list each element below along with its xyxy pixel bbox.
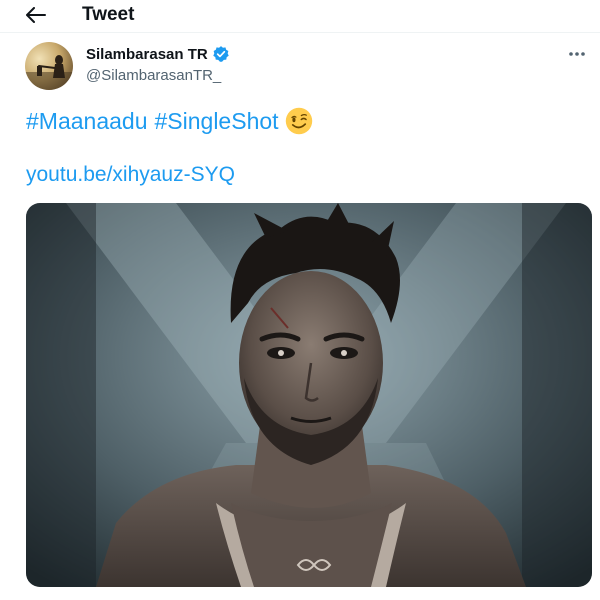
arrow-left-icon [26,7,46,23]
avatar-image [25,42,73,90]
author-handle[interactable]: @SilambarasanTR_ [86,67,221,84]
verified-badge-icon [212,45,230,63]
tweet-page: Tweet Silambarasan TR @SilambarasanTR_ #… [0,0,600,600]
hashtag-link[interactable]: #Maanaadu [26,106,148,136]
top-bar: Tweet [0,0,600,32]
tweet-text: #Maanaadu #SingleShot [26,106,313,136]
tweet-media-image[interactable] [26,203,592,587]
header-divider [0,32,600,33]
winking-face-icon [285,107,313,135]
media-photo [26,203,592,587]
hashtag-link[interactable]: #SingleShot [155,106,279,136]
more-horizontal-icon [569,52,585,56]
page-title: Tweet [82,4,135,25]
author-display-name[interactable]: Silambarasan TR [86,46,208,63]
more-options-button[interactable] [564,44,590,64]
back-button[interactable] [22,2,50,28]
author-avatar[interactable] [25,42,73,90]
author-name-row: Silambarasan TR [86,45,230,63]
youtube-link[interactable]: youtu.be/xihyauz-SYQ [26,163,235,187]
